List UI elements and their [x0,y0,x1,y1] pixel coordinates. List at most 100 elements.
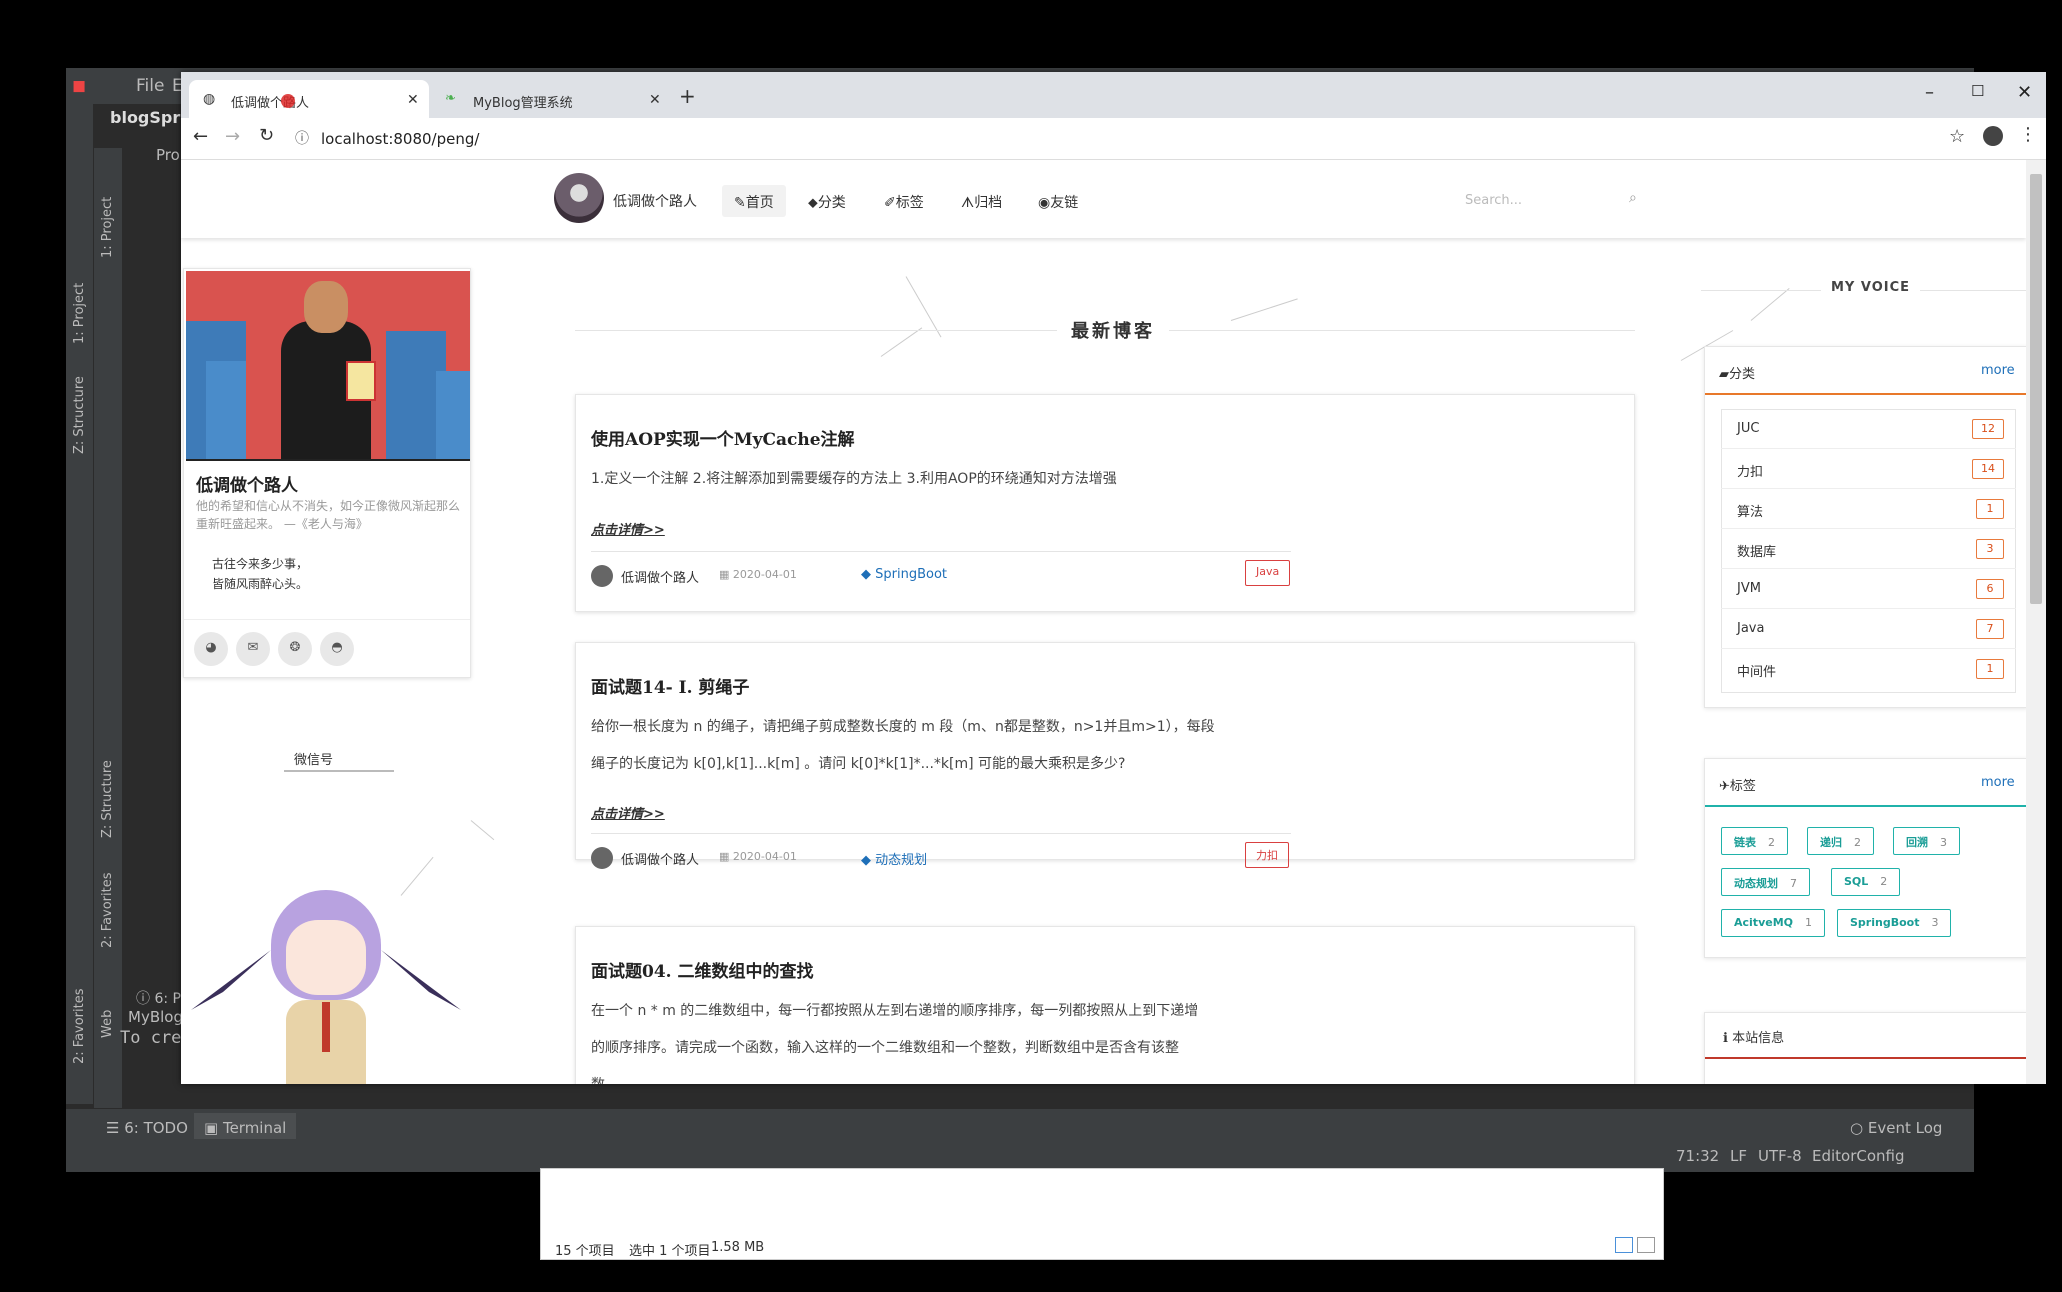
globe-icon: ◍ [203,91,216,107]
event-log-button[interactable]: ○ Event Log [1850,1119,1942,1137]
tag-item[interactable]: 动态规划 7 [1721,868,1810,896]
browser-tab-active[interactable]: ◍ 低调做个路人 ✕ [189,80,429,118]
status-encoding[interactable]: UTF-8 [1758,1147,1802,1165]
tiles-view-icon[interactable] [1637,1237,1655,1253]
vtab-project-2[interactable]: 1: Project [100,197,115,258]
post-category-badge[interactable]: 力扣 [1245,842,1289,868]
category-item[interactable]: JUC 12 [1721,409,2016,449]
info-icon: ⓘ [136,991,155,1007]
maximize-button[interactable]: ☐ [1971,82,1984,100]
nav-links[interactable]: ◉友链 [1026,185,1090,217]
email-icon[interactable]: ✉ [236,632,270,666]
tags-more-link[interactable]: more [1981,775,2015,790]
category-item[interactable]: Java 7 [1721,609,2016,649]
vtab-web[interactable]: Web [100,1010,115,1038]
qq-icon[interactable]: ◓ [320,632,354,666]
search-icon[interactable]: ⌕ [1629,190,1637,206]
post-tag[interactable]: ◆ SpringBoot [861,567,947,582]
back-icon[interactable]: ← [193,126,208,147]
event-log-icon: ○ [1850,1119,1868,1137]
vtab-structure-2[interactable]: Z: Structure [100,760,115,838]
github-icon[interactable]: ◕ [194,632,228,666]
browser-window: ◍ 低调做个路人 ✕ ❧ MyBlog管理系统 ✕ + – ☐ ✕ ← → ↻ … [181,72,2046,1084]
post-title[interactable]: 面试题14- I. 剪绳子 [591,673,749,698]
vtab-project[interactable]: 1: Project [72,283,87,344]
post-title[interactable]: 使用AOP实现一个MyCache注解 [591,425,855,450]
post-summary-line1: 给你一根长度为 n 的绳子，请把绳子剪成整数长度的 m 段（m、n都是整数，n>… [591,719,1215,735]
live2d-mascot[interactable] [191,890,461,1084]
site-search-input[interactable]: Search... [1465,188,1645,214]
todo-tab[interactable]: ☰ 6: TODO [106,1119,188,1137]
address-bar[interactable]: localhost:8080/peng/ [321,122,2062,156]
new-tab-button[interactable]: + [679,84,696,108]
page-scrollbar[interactable] [2026,160,2046,1084]
vtab-favorites[interactable]: 2: Favorites [72,988,87,1064]
account-icon[interactable] [1983,126,2003,146]
tag-item[interactable]: 链表 2 [1721,827,1788,855]
ide-bottom-bar: ☰ 6: TODO ▣ Terminal ○ Event Log 71:32 L… [66,1108,1974,1172]
site-logo-avatar[interactable] [554,173,604,223]
calendar-icon: ▦ [719,850,733,863]
wechat-icon[interactable]: ❂ [278,632,312,666]
tag-icon: ◆ [861,853,876,868]
status-position[interactable]: 71:32 [1676,1147,1719,1165]
close-window-button[interactable]: ✕ [2017,82,2032,103]
menu-file[interactable]: File [136,76,164,96]
nav-tags[interactable]: ✐标签 [872,185,936,217]
profile-name: 低调做个路人 [196,476,298,496]
category-item[interactable]: 中间件 1 [1721,649,2016,689]
post-card: 使用AOP实现一个MyCache注解 1.定义一个注解 2.将注解添加到需要缓存… [575,394,1635,612]
ide-tree-myblog[interactable]: MyBlog [128,1008,183,1026]
scrollbar-thumb[interactable] [2030,174,2042,604]
particle-line [470,820,495,841]
bookmark-star-icon[interactable]: ☆ [1949,126,1965,147]
ide-left-toolstrip: 1: Project Z: Structure 2: Favorites npm [66,104,94,1164]
category-item[interactable]: 数据库 3 [1721,529,2016,569]
vtab-structure[interactable]: Z: Structure [72,376,87,454]
post-title[interactable]: 面试题04. 二维数组中的查找 [591,957,814,982]
post-summary-line2: 绳子的长度记为 k[0],k[1]...k[m] 。请问 k[0]*k[1]*.… [591,756,1126,772]
profile-card: 低调做个路人 他的希望和信心从不消失，如今正像微风渐起那么重新旺盛起来。 —《老… [183,268,471,678]
tag-item[interactable]: 回溯 3 [1893,827,1960,855]
post-card: 面试题04. 二维数组中的查找 在一个 n * m 的二维数组中，每一行都按照从… [575,926,1635,1084]
bird-icon: ✈ [1719,779,1730,794]
post-date: ▦ 2020-04-01 [719,850,797,863]
info-icon[interactable]: ⓘ [295,128,309,148]
post-tag[interactable]: ◆ 动态规划 [861,849,927,868]
status-line-separator[interactable]: LF [1730,1147,1747,1165]
nav-archive[interactable]: ᗑ归档 [949,185,1014,217]
forward-icon[interactable]: → [225,126,240,147]
details-view-icon[interactable] [1615,1237,1633,1253]
vtab-favorites-2[interactable]: 2: Favorites [100,872,115,948]
close-tab-icon[interactable]: ✕ [407,92,419,108]
post-category-badge[interactable]: Java [1245,560,1291,586]
reload-icon[interactable]: ↻ [259,125,274,146]
category-item[interactable]: JVM 6 [1721,569,2016,609]
status-editorconfig[interactable]: EditorConfig [1812,1147,1905,1165]
section-title: 最新博客 [1057,317,1169,343]
tag-item[interactable]: AcitveMQ 1 [1721,909,1825,937]
nav-home[interactable]: ✎首页 [722,185,786,217]
post-read-more[interactable]: 点击详情>> [591,519,665,538]
author-avatar [591,847,613,869]
category-count: 1 [1976,499,2004,519]
category-item[interactable]: 算法 1 [1721,489,2016,529]
site-brand-name[interactable]: 低调做个路人 [613,191,697,211]
tag-item[interactable]: SQL 2 [1831,868,1901,896]
post-read-more[interactable]: 点击详情>> [591,803,665,822]
category-item[interactable]: 力扣 14 [1721,449,2016,489]
tag-item[interactable]: 递归 2 [1807,827,1874,855]
site-info-box: ℹ 本站信息 [1704,1012,2026,1084]
folder-icon: ▰ [1719,367,1729,382]
categories-more-link[interactable]: more [1981,363,2015,378]
ide-problems-tab[interactable]: ⓘ 6: P [136,988,181,1008]
tag-item[interactable]: SpringBoot 3 [1837,909,1952,937]
minimize-button[interactable]: – [1925,82,1934,103]
browser-tab-myblog[interactable]: ❧ MyBlog管理系统 ✕ [431,80,671,118]
close-tab-icon[interactable]: ✕ [649,92,661,108]
ide-project-tab[interactable]: Pro [156,146,180,164]
nav-category[interactable]: ⬥分类 [796,185,858,217]
menu-icon[interactable]: ⋮ [2019,124,2037,145]
terminal-tab[interactable]: ▣ Terminal [194,1113,297,1139]
post-summary: 1.定义一个注解 2.将注解添加到需要缓存的方法上 3.利用AOP的环绕通知对方… [591,471,1117,487]
